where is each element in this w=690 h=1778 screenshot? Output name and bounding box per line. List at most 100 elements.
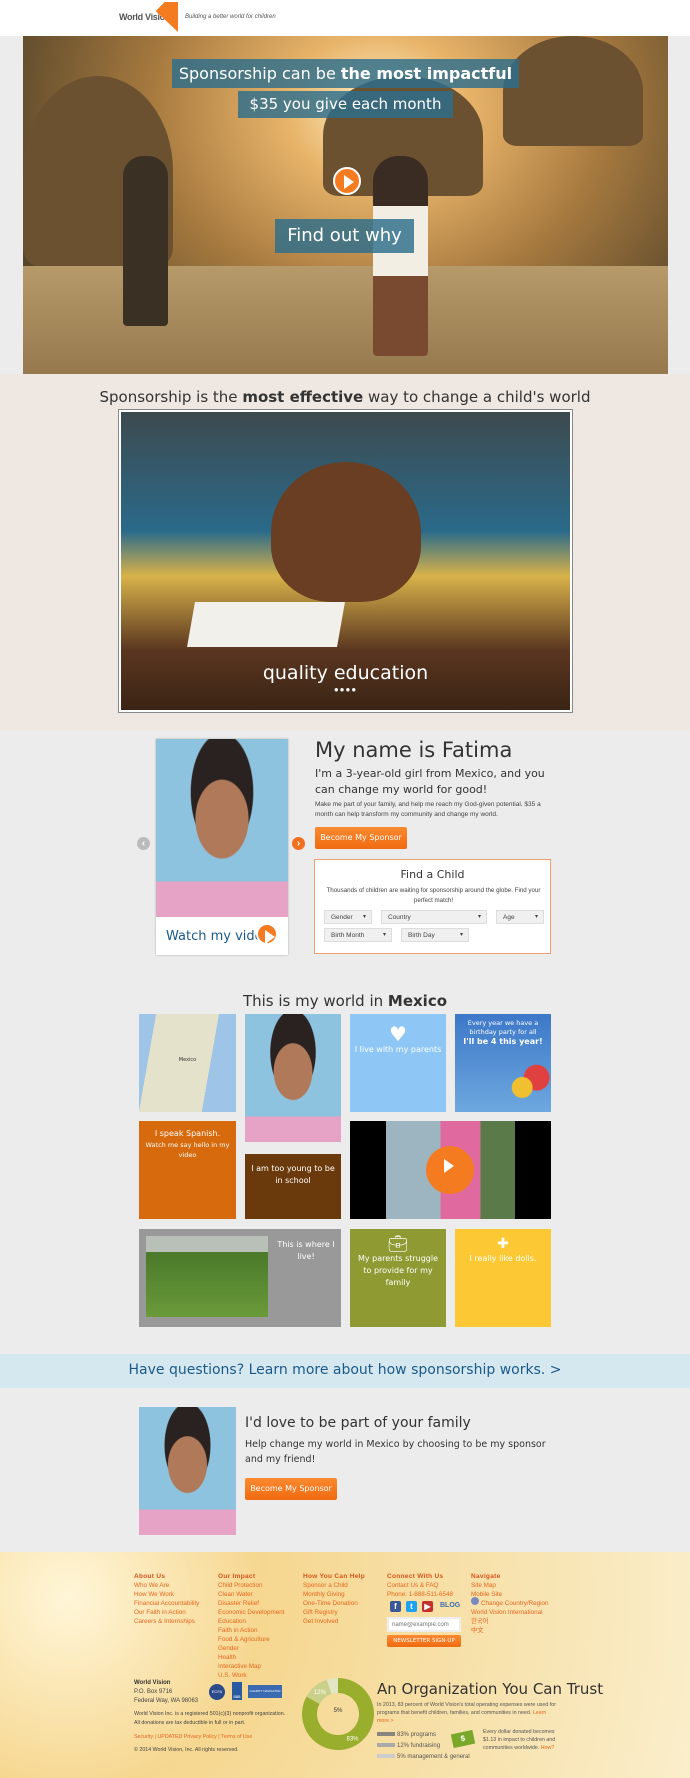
footer-heading: About Us xyxy=(134,1573,166,1580)
footer-link[interactable]: Clean Water xyxy=(218,1590,285,1599)
briefcase-icon: 💼︎ xyxy=(387,1234,409,1253)
newsletter-signup-button[interactable]: NEWSLETTER SIGN-UP xyxy=(387,1635,461,1647)
footer-col-navigate: Navigate Site Map Mobile Site Change Countr… xyxy=(471,1572,549,1635)
world-title: This is my world in Mexico xyxy=(0,992,690,1010)
youtube-icon[interactable]: ▶ xyxy=(422,1601,433,1612)
footer-link[interactable]: Our Faith in Action xyxy=(134,1608,199,1617)
footer-link[interactable]: Careers & Internships xyxy=(134,1617,199,1626)
dollar-impact-text: Every dollar donated becomes $1.13 in im… xyxy=(483,1728,563,1752)
expense-donut-chart: 83% 12% 5% xyxy=(302,1678,374,1750)
footer-link[interactable]: Faith in Action xyxy=(218,1626,285,1635)
bbb-badge[interactable]: BBB xyxy=(232,1682,242,1700)
trust-title: An Organization You Can Trust xyxy=(377,1680,604,1698)
footer-link[interactable]: Monthly Giving xyxy=(303,1590,365,1599)
field-image xyxy=(146,1236,268,1317)
world-title-country: Mexico xyxy=(387,992,448,1010)
org-name: World Vision xyxy=(134,1680,171,1686)
footer-link[interactable]: Education xyxy=(218,1617,285,1626)
footer-link[interactable]: World Vision International xyxy=(471,1608,549,1617)
newsletter-email-input[interactable] xyxy=(387,1617,461,1632)
slide-dots[interactable]: ●●●● xyxy=(121,685,570,694)
child-details: Make me part of your family, and help me… xyxy=(315,801,541,818)
school-tile: I am too young to be in school xyxy=(245,1154,341,1219)
notebook-image xyxy=(187,602,345,647)
child-photo-tile xyxy=(245,1014,341,1142)
birthday-tile: Every year we have a birthday party for a… xyxy=(455,1014,551,1112)
footer-link[interactable]: Health xyxy=(218,1653,285,1662)
donut-label: 83% xyxy=(346,1737,359,1743)
hero-banner[interactable]: Sponsorship can be the most impactful $3… xyxy=(23,36,668,402)
footer-link[interactable]: Gift Registry xyxy=(303,1608,365,1617)
video-tile[interactable] xyxy=(350,1121,551,1219)
become-sponsor-button[interactable]: Become My Sponsor xyxy=(315,827,407,849)
age-select[interactable]: Age xyxy=(496,910,544,924)
where-i-live-tile: This is where I live! xyxy=(139,1229,341,1327)
legend-label: 12% fundraising xyxy=(397,1743,441,1749)
footer-link[interactable]: Child Protection xyxy=(218,1581,285,1590)
find-out-why-button[interactable]: Find out why xyxy=(275,219,414,253)
how-link[interactable]: How? xyxy=(541,1745,555,1751)
terms-link[interactable]: Terms of Use xyxy=(221,1734,252,1740)
family-text: Help change my world in Mexico by choosi… xyxy=(245,1439,546,1465)
map-label: Mexico xyxy=(178,1057,197,1063)
footer-link[interactable]: Mobile Site xyxy=(471,1590,549,1599)
birth-day-select[interactable]: Birth Day xyxy=(401,928,469,942)
footer-link[interactable]: Site Map xyxy=(471,1581,549,1590)
footer-link[interactable]: Contact Us & FAQ xyxy=(387,1581,453,1590)
person-image xyxy=(123,156,168,326)
birthday-line: birthday party for all xyxy=(469,1028,537,1036)
hero-subline: $35 you give each month xyxy=(238,91,453,118)
play-video-icon[interactable] xyxy=(333,167,361,195)
parents-tile: ♥ I live with my parents xyxy=(350,1014,446,1112)
trust-paragraph: In 2013, 83 percent of World Vision's to… xyxy=(377,1702,556,1716)
child-intro: I'm a 3-year-old girl from Mexico, and y… xyxy=(315,767,545,796)
find-child-description: Thousands of children are waiting for sp… xyxy=(326,887,541,904)
slide-caption: quality education xyxy=(262,662,429,684)
map-tile[interactable]: Mexico xyxy=(139,1014,236,1112)
footer-link[interactable]: How We Work xyxy=(134,1590,199,1599)
footer-link[interactable]: 中文 xyxy=(471,1626,549,1635)
footer-link[interactable]: Gender xyxy=(218,1644,285,1653)
birth-month-select[interactable]: Birth Month xyxy=(324,928,392,942)
footer-link[interactable]: U.S. Work xyxy=(218,1671,285,1680)
footer-link[interactable]: Sponsor a Child xyxy=(303,1581,365,1590)
spanish-tile[interactable]: I speak Spanish. Watch me say hello in my… xyxy=(139,1121,236,1219)
footer-link[interactable]: Financial Accountability xyxy=(134,1599,199,1608)
spanish-title: I speak Spanish. xyxy=(154,1129,221,1138)
questions-banner[interactable]: Have questions? Learn more about how spo… xyxy=(0,1354,690,1388)
footer-link[interactable]: Get Involved xyxy=(303,1617,365,1626)
security-link[interactable]: Security xyxy=(134,1734,153,1740)
footer-link[interactable]: Who We Are xyxy=(134,1581,199,1590)
privacy-link[interactable]: UPDATED Privacy Policy xyxy=(157,1734,216,1740)
play-icon[interactable] xyxy=(256,923,278,945)
footer-link[interactable]: Disaster Relief xyxy=(218,1599,285,1608)
next-child-button[interactable]: › xyxy=(292,837,305,850)
footer-link[interactable]: Food & Agriculture xyxy=(218,1635,285,1644)
charity-navigator-badge[interactable]: CHARITY NAVIGATOR xyxy=(248,1685,282,1698)
child-photo xyxy=(156,739,288,917)
address-line: Federal Way, WA 98063 xyxy=(134,1698,199,1704)
twitter-icon[interactable]: t xyxy=(406,1601,417,1612)
prev-child-button[interactable]: ‹ xyxy=(137,837,150,850)
ecfa-badge[interactable]: ECFA xyxy=(209,1684,225,1700)
become-sponsor-button-2[interactable]: Become My Sponsor xyxy=(245,1478,337,1500)
girl-image xyxy=(373,156,428,356)
gender-select[interactable]: Gender xyxy=(324,910,372,924)
where-text: This is where I live! xyxy=(277,1240,335,1261)
legend-label: 5% management & general xyxy=(397,1754,470,1760)
footer-link[interactable]: Economic Development xyxy=(218,1608,285,1617)
legend-swatch xyxy=(377,1754,395,1759)
find-child-title: Find a Child xyxy=(400,868,465,881)
footer-link[interactable]: Interactive Map xyxy=(218,1662,285,1671)
questions-link[interactable]: Have questions? Learn more about how spo… xyxy=(0,1362,690,1378)
impact-slideshow[interactable]: quality education ●●●● xyxy=(119,410,572,712)
facebook-icon[interactable]: f xyxy=(390,1601,401,1612)
birthday-line: Every year we have a xyxy=(467,1019,539,1027)
footer-link[interactable]: One-Time Donation xyxy=(303,1599,365,1608)
change-country-link[interactable]: Change Country/Region xyxy=(471,1599,549,1608)
country-select[interactable]: Country xyxy=(381,910,487,924)
footer-link[interactable]: 한국어 xyxy=(471,1617,549,1626)
blog-link[interactable]: BLOG xyxy=(440,1602,460,1609)
world-title-prefix: This is my world in xyxy=(242,992,388,1010)
play-video-icon[interactable] xyxy=(426,1146,474,1194)
